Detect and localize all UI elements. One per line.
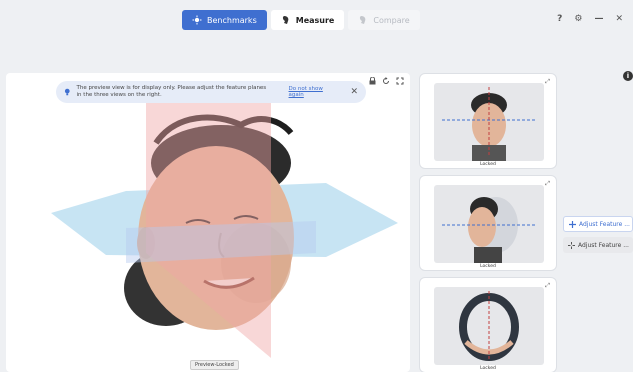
top-view-status: Locked <box>480 366 496 371</box>
side-face <box>468 207 496 247</box>
preview-locked-label: Preview-Locked <box>190 360 239 370</box>
side-view-status: Locked <box>480 264 496 269</box>
settings-icon[interactable]: ⚙ <box>574 14 582 24</box>
top-expand-icon[interactable]: ⤢ <box>545 282 550 290</box>
head-3d-model[interactable] <box>6 73 410 372</box>
window-controls: ? ⚙ — ✕ <box>557 14 623 24</box>
front-view-status: Locked <box>480 162 496 167</box>
side-shirt <box>474 247 502 263</box>
front-expand-icon[interactable]: ⤢ <box>545 78 550 86</box>
preview-viewport[interactable]: The preview view is for display only. Pl… <box>6 73 410 372</box>
mode-tabs: Benchmarks Measure Compare <box>182 10 420 30</box>
fullscreen-icon[interactable] <box>396 77 404 85</box>
tab-compare-label: Compare <box>373 15 410 25</box>
compare-icon <box>360 16 366 24</box>
side-view-panel[interactable]: ⤢ Locked <box>419 175 557 271</box>
tab-measure[interactable]: Measure <box>270 10 345 30</box>
side-expand-icon[interactable]: ⤢ <box>545 180 550 188</box>
preview-notice: The preview view is for display only. Pl… <box>56 81 366 103</box>
lightbulb-icon <box>64 88 70 96</box>
viewer-toolbar <box>369 77 404 85</box>
adjust-feature-button-secondary[interactable]: Adjust Feature ... <box>563 237 633 253</box>
adjust-feature-primary-label: Adjust Feature ... <box>579 220 630 228</box>
top-view-panel[interactable]: ⤢ Locked <box>419 277 557 372</box>
tab-benchmarks-label: Benchmarks <box>207 15 257 25</box>
notice-close-icon[interactable]: ✕ <box>350 87 358 97</box>
adjust-feature-button-primary[interactable]: Adjust Feature ... <box>563 216 633 232</box>
front-view-canvas[interactable] <box>434 83 544 161</box>
move-icon <box>569 220 576 228</box>
reset-view-icon[interactable] <box>382 77 390 85</box>
front-view-panel[interactable]: ⤢ Locked <box>419 73 557 169</box>
adjust-feature-secondary-label: Adjust Feature ... <box>578 241 629 249</box>
crosshair-icon <box>568 241 575 249</box>
minimize-icon[interactable]: — <box>594 14 603 24</box>
top-view-canvas[interactable] <box>434 287 544 365</box>
benchmark-icon <box>192 15 202 25</box>
help-icon[interactable]: ? <box>557 14 562 24</box>
top-bar: Benchmarks Measure Compare ? ⚙ — ✕ <box>0 0 633 66</box>
tab-measure-label: Measure <box>295 15 335 25</box>
side-view-canvas[interactable] <box>434 185 544 263</box>
close-icon[interactable]: ✕ <box>615 14 623 24</box>
measure-icon <box>282 16 289 24</box>
info-icon[interactable]: i <box>623 71 633 81</box>
notice-text: The preview view is for display only. Pl… <box>76 85 267 98</box>
lock-icon[interactable] <box>369 77 376 85</box>
do-not-show-again-link[interactable]: Do not show again <box>289 86 337 98</box>
tab-compare[interactable]: Compare <box>348 10 420 30</box>
tab-benchmarks[interactable]: Benchmarks <box>182 10 267 30</box>
